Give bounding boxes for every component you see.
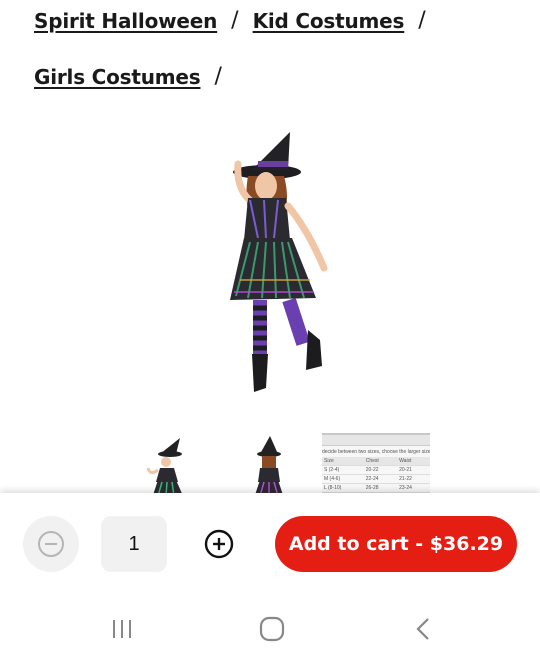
size-chart-cell: S (2-4) xyxy=(322,465,364,475)
recent-apps-button[interactable] xyxy=(105,614,139,644)
thumbnail-size-chart[interactable]: decide between two sizes, choose the lar… xyxy=(322,433,430,495)
back-icon xyxy=(416,618,429,640)
size-chart-cell: 20-22 xyxy=(363,465,398,475)
breadcrumb: Spirit Halloween / Kid Costumes / xyxy=(34,8,440,33)
breadcrumb-separator: / xyxy=(214,64,222,89)
minus-circle-icon xyxy=(38,531,64,557)
size-chart-header: Size xyxy=(322,457,364,466)
size-chart-header: Waist xyxy=(397,457,430,466)
witch-costume-image xyxy=(230,132,328,392)
home-button[interactable] xyxy=(255,614,289,644)
recent-apps-icon xyxy=(113,620,131,638)
purchase-bar: 1 Add to cart - $36.29 xyxy=(0,493,540,598)
home-icon xyxy=(259,616,285,642)
size-chart-cell: M (4-6) xyxy=(322,474,364,484)
size-chart-note: decide between two sizes, choose the lar… xyxy=(322,449,430,455)
breadcrumb-row-2: Girls Costumes / xyxy=(34,64,236,89)
increase-quantity-button[interactable] xyxy=(198,523,240,565)
thumbnail-back[interactable] xyxy=(236,432,302,495)
breadcrumb-separator: / xyxy=(231,8,239,33)
size-chart-header: Chest xyxy=(363,457,398,466)
size-chart-cell: 23-24 xyxy=(397,483,430,493)
add-to-cart-button[interactable]: Add to cart - $36.29 xyxy=(275,516,517,572)
breadcrumb-link-kid-costumes[interactable]: Kid Costumes xyxy=(253,9,405,33)
breadcrumb-link-spirit-halloween[interactable]: Spirit Halloween xyxy=(34,9,217,33)
size-chart-cell: 22-24 xyxy=(363,474,398,484)
quantity-field[interactable]: 1 xyxy=(101,516,167,572)
thumbnail-front[interactable] xyxy=(136,432,202,495)
size-chart-cell: 26-28 xyxy=(363,483,398,493)
size-chart-table: Size Chest Waist S (2-4) 20-22 20-21 M (… xyxy=(322,457,430,493)
product-thumbnails: decide between two sizes, choose the lar… xyxy=(0,425,540,495)
size-chart-cell: 21-22 xyxy=(397,474,430,484)
decrease-quantity-button[interactable] xyxy=(23,516,79,572)
size-chart-thumbnail: decide between two sizes, choose the lar… xyxy=(322,433,430,495)
size-chart-cell: 20-21 xyxy=(397,465,430,475)
plus-circle-icon xyxy=(204,529,234,559)
breadcrumb-link-girls-costumes[interactable]: Girls Costumes xyxy=(34,65,201,89)
size-chart-cell: L (8-10) xyxy=(322,483,364,493)
breadcrumb-separator: / xyxy=(418,8,426,33)
back-button[interactable] xyxy=(407,614,441,644)
system-navigation-bar xyxy=(0,598,540,663)
witch-costume-front-thumbnail xyxy=(146,438,183,495)
witch-costume-back-thumbnail xyxy=(255,436,283,495)
product-main-image[interactable] xyxy=(140,120,400,405)
